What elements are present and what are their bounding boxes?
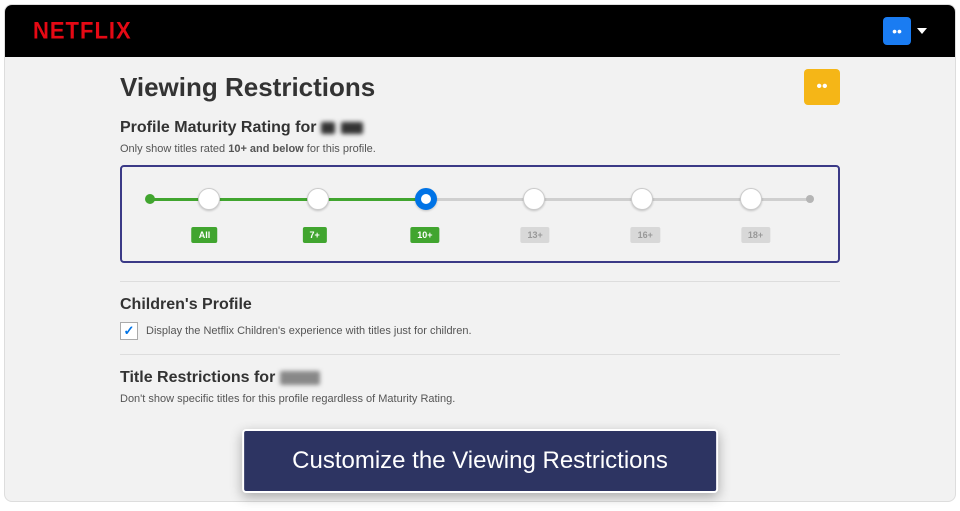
children-checkbox-label: Display the Netflix Children's experienc… bbox=[146, 325, 472, 337]
title-restrictions-section: Title Restrictions for Don't show specif… bbox=[120, 369, 840, 405]
rating-label-7: 7+ bbox=[303, 227, 327, 243]
slider-end-dot bbox=[806, 195, 814, 203]
maturity-sub-bold: 10+ and below bbox=[228, 143, 304, 155]
netflix-logo[interactable]: NETFLIX bbox=[33, 17, 132, 46]
slider-labels: All 7+ 10+ 13+ 16+ 18+ bbox=[144, 225, 816, 243]
slider-knob-18[interactable] bbox=[740, 188, 762, 210]
rating-label-all: All bbox=[192, 227, 218, 243]
redacted-name-1 bbox=[321, 122, 335, 134]
maturity-section: Profile Maturity Rating for Only show ti… bbox=[120, 119, 840, 263]
children-heading: Children's Profile bbox=[120, 296, 840, 314]
redacted-name-2 bbox=[341, 122, 363, 134]
chevron-down-icon bbox=[917, 28, 927, 34]
slider-knob-all[interactable] bbox=[198, 188, 220, 210]
slider-knob-7[interactable] bbox=[307, 188, 329, 210]
maturity-sub-prefix: Only show titles rated bbox=[120, 143, 228, 155]
slider-knob-13[interactable] bbox=[523, 188, 545, 210]
account-avatar-icon: •• bbox=[883, 17, 911, 45]
rating-label-13: 13+ bbox=[520, 227, 549, 243]
maturity-subtext: Only show titles rated 10+ and below for… bbox=[120, 143, 840, 155]
rating-label-16: 16+ bbox=[631, 227, 660, 243]
callout-banner: Customize the Viewing Restrictions bbox=[242, 429, 718, 493]
account-menu[interactable]: •• bbox=[883, 17, 927, 45]
maturity-heading: Profile Maturity Rating for bbox=[120, 119, 840, 137]
page-title: Viewing Restrictions bbox=[120, 72, 375, 103]
maturity-slider-box: All 7+ 10+ 13+ 16+ 18+ bbox=[120, 165, 840, 263]
slider-start-dot bbox=[145, 194, 155, 204]
divider-2 bbox=[120, 354, 840, 355]
children-checkbox[interactable]: ✓ bbox=[120, 322, 138, 340]
maturity-sub-suffix: for this profile. bbox=[304, 143, 376, 155]
title-restrictions-subtext: Don't show specific titles for this prof… bbox=[120, 393, 840, 405]
slider-knob-10[interactable] bbox=[415, 188, 437, 210]
rating-label-10: 10+ bbox=[410, 227, 439, 243]
divider-1 bbox=[120, 281, 840, 282]
title-restrictions-prefix: Title Restrictions for bbox=[120, 369, 275, 386]
slider-track-green bbox=[150, 198, 426, 201]
title-restrictions-heading: Title Restrictions for bbox=[120, 369, 840, 387]
maturity-heading-prefix: Profile Maturity Rating for bbox=[120, 119, 316, 136]
maturity-slider[interactable] bbox=[150, 189, 810, 209]
redacted-name-3 bbox=[280, 371, 320, 385]
top-navbar: NETFLIX •• bbox=[5, 5, 955, 57]
children-section: Children's Profile ✓ Display the Netflix… bbox=[120, 296, 840, 340]
slider-knob-16[interactable] bbox=[631, 188, 653, 210]
profile-avatar-icon: •• bbox=[804, 69, 840, 105]
rating-label-18: 18+ bbox=[741, 227, 770, 243]
